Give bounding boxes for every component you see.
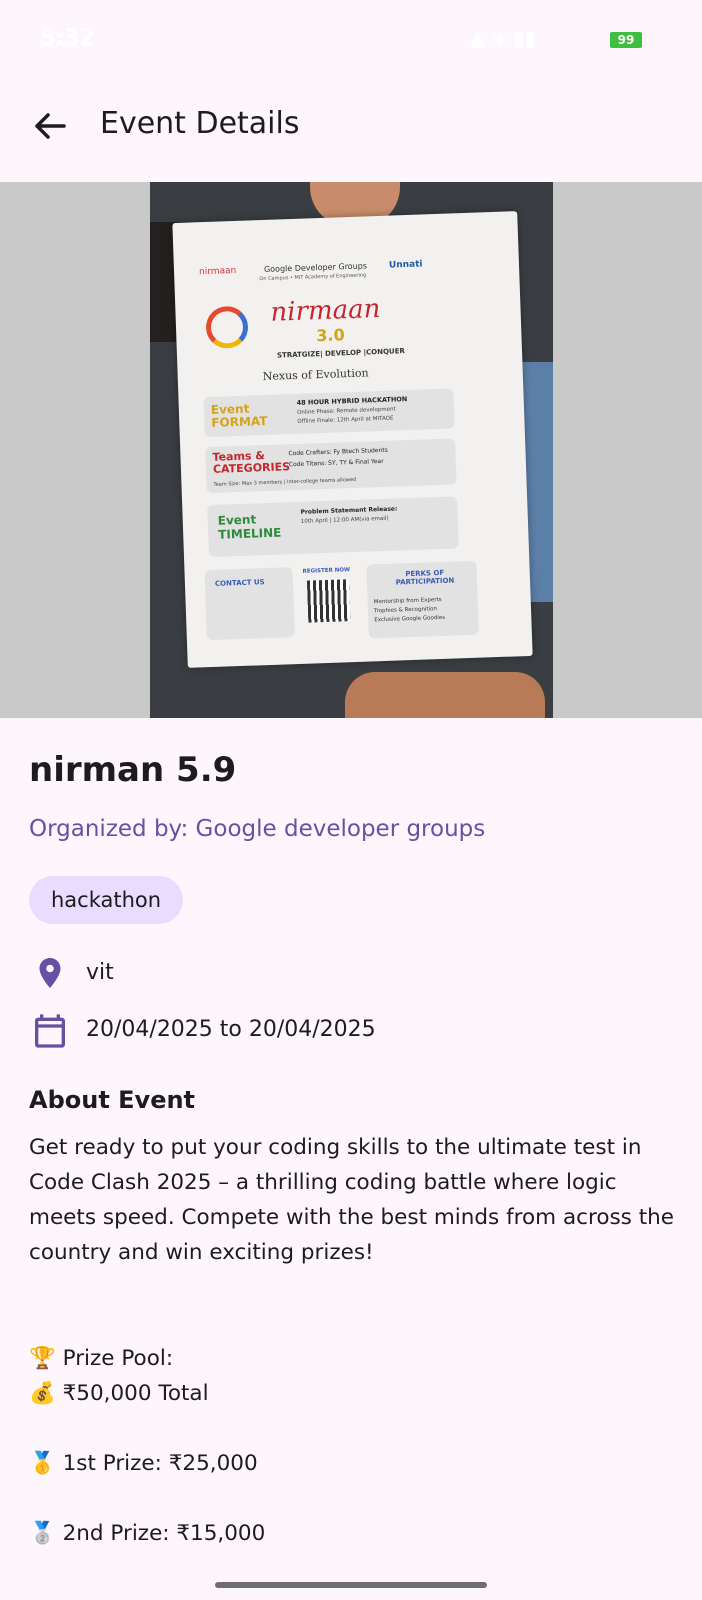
arrow-left-icon bbox=[35, 113, 66, 139]
page-title: Event Details bbox=[100, 106, 300, 141]
status-icons: ▲ ◈ ▮▮ bbox=[470, 26, 536, 50]
category-chip[interactable]: hackathon bbox=[29, 876, 184, 924]
event-banner-image: nirmaan Google Developer Groups On Campu… bbox=[0, 182, 702, 718]
event-photo: nirmaan Google Developer Groups On Campu… bbox=[150, 182, 553, 718]
status-time: 5:32 bbox=[40, 26, 95, 51]
poster-brand-right: Unnati bbox=[388, 259, 423, 271]
poster-format-title: Event FORMAT bbox=[210, 401, 268, 430]
status-bar: 5:32 ▲ ◈ ▮▮ 99 bbox=[0, 0, 702, 80]
battery-icon: 99 bbox=[610, 32, 642, 48]
poster-timeline-title: Event TIMELINE bbox=[217, 512, 282, 542]
event-location: vit bbox=[86, 960, 114, 985]
event-organizer: Organized by: Google developer groups bbox=[29, 816, 486, 842]
poster-register: REGISTER NOW bbox=[302, 567, 351, 575]
first-prize: 🥇 1st Prize: ₹25,000 bbox=[29, 1451, 258, 1476]
poster-perks-title: PERKS OF PARTICIPATION bbox=[395, 568, 455, 587]
prize-total: 💰 ₹50,000 Total bbox=[29, 1381, 209, 1406]
second-prize: 🥈 2nd Prize: ₹15,000 bbox=[29, 1521, 266, 1546]
event-name: nirman 5.9 bbox=[29, 750, 237, 790]
poster-gdg-sub: On Campus • MIT Academy of Engineering bbox=[259, 272, 367, 283]
poster: nirmaan Google Developer Groups On Campu… bbox=[172, 211, 533, 668]
poster-logo-circle bbox=[205, 305, 249, 350]
poster-logo: nirmaan bbox=[270, 293, 381, 328]
poster-nexus: Nexus of Evolution bbox=[262, 366, 369, 384]
gesture-nav-bar[interactable] bbox=[215, 1582, 487, 1588]
poster-tagline: STRATGIZE| DEVELOP |CONQUER bbox=[276, 347, 405, 360]
poster-teams-title: Teams & CATEGORIES bbox=[212, 449, 291, 476]
location-pin-icon bbox=[39, 958, 61, 988]
about-heading: About Event bbox=[29, 1086, 196, 1114]
poster-version: 3.0 bbox=[316, 325, 346, 346]
event-dates: 20/04/2025 to 20/04/2025 bbox=[86, 1017, 376, 1042]
about-description: Get ready to put your coding skills to t… bbox=[29, 1135, 674, 1265]
back-button[interactable] bbox=[26, 102, 74, 150]
poster-brand-left: nirmaan bbox=[198, 265, 237, 278]
calendar-icon bbox=[35, 1014, 65, 1048]
prize-pool-label: 🏆 Prize Pool: bbox=[29, 1346, 174, 1371]
poster-qr-code bbox=[306, 579, 351, 623]
app-bar: Event Details bbox=[0, 80, 702, 180]
